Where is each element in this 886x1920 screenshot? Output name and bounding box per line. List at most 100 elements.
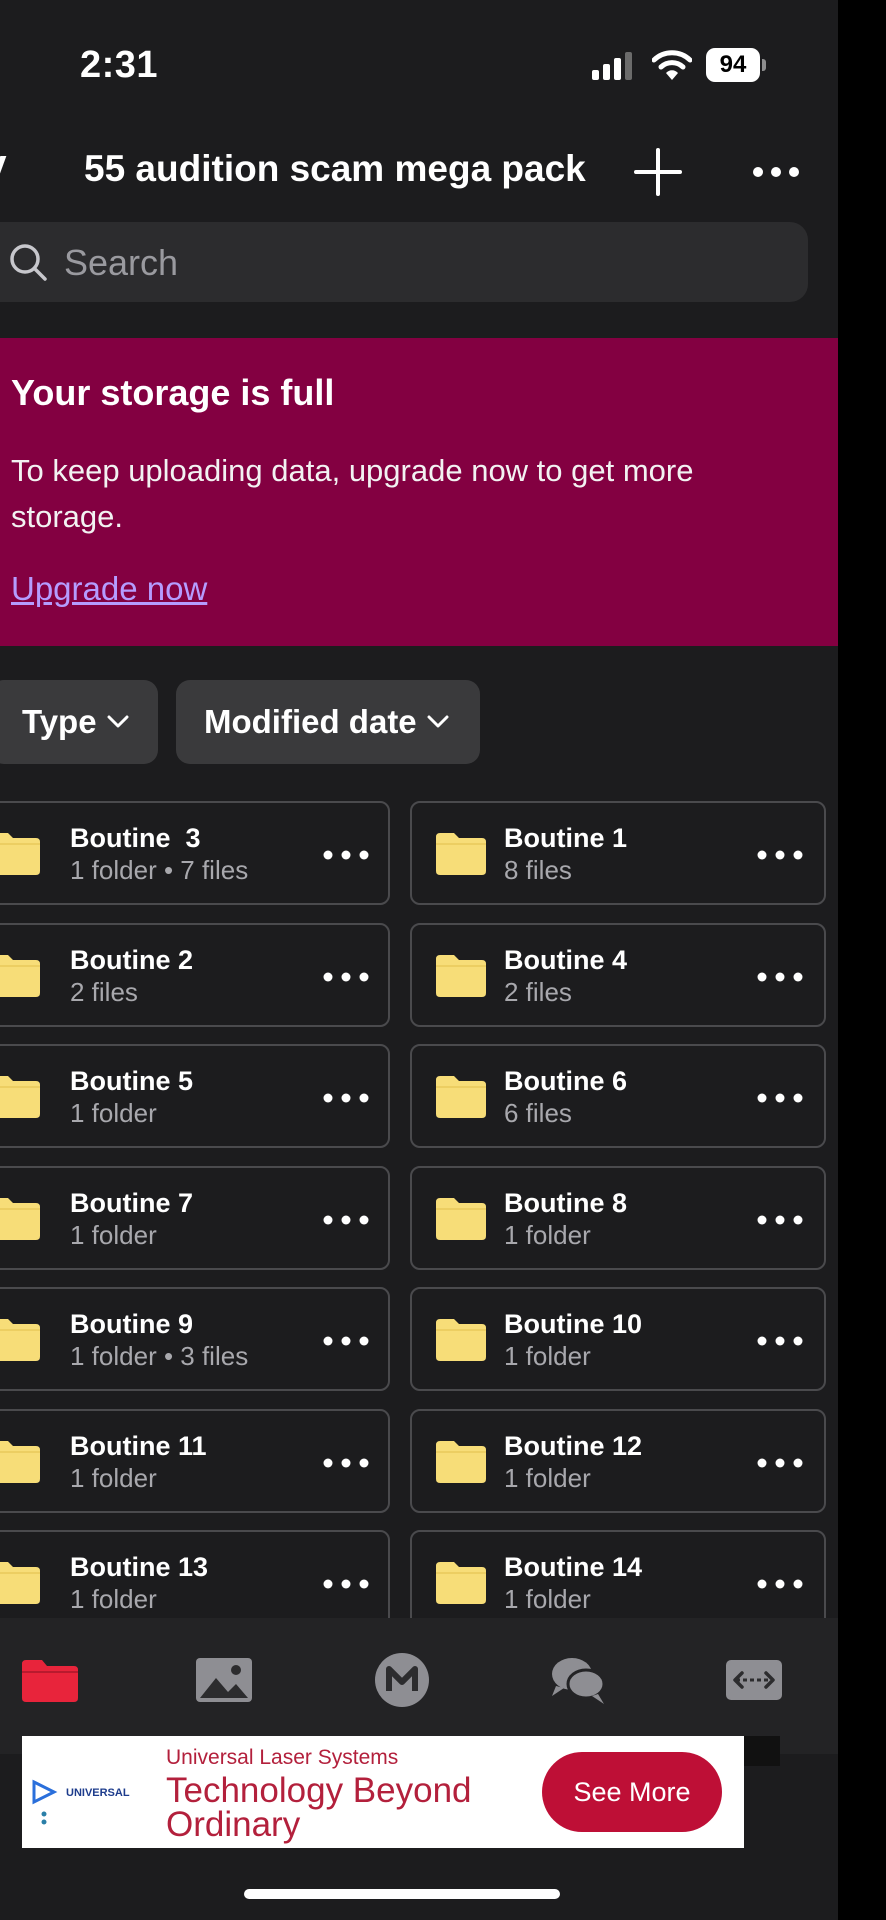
cellular-signal-icon [592,52,632,80]
folder-name: Boutine 5 [70,1066,194,1096]
folder-name: Boutine 9 [70,1309,194,1339]
cloud-drive-folder-icon[interactable] [18,1652,82,1708]
upgrade-now-link[interactable]: Upgrade now [11,570,207,608]
page-title: 55 audition scam mega pack [84,148,586,189]
folder-card[interactable]: Boutine 42 files [410,922,826,1027]
folder-more-options-icon[interactable] [752,1323,808,1359]
folder-meta: 1 folder [504,1462,591,1493]
status-bar: 2:31 94 [0,0,838,130]
ad-advertiser: Universal Laser Systems [166,1746,399,1769]
folder-meta: 1 folder [70,1462,157,1493]
folder-card[interactable]: Boutine 51 folder [0,1044,390,1148]
ad-headline: Technology Beyond Ordinary [166,1771,472,1844]
folder-card[interactable]: Boutine 10 1 folder [410,1287,826,1391]
more-options-icon[interactable] [748,150,804,194]
folder-more-options-icon[interactable] [752,1080,808,1116]
folder-name: Boutine 4 [504,944,628,975]
folder-more-options-icon[interactable] [318,837,374,873]
folder-meta: 1 folder [504,1584,591,1614]
folder-icon [0,1196,42,1240]
modified-date-filter-label: Modified date [204,703,417,740]
folder-meta: 1 folder [70,1098,157,1128]
folder-card[interactable]: Boutine 81 folder [410,1165,826,1270]
add-icon[interactable] [630,144,686,200]
folder-icon [434,1439,488,1483]
folder-more-options-icon[interactable] [318,1080,374,1116]
folder-icon [434,953,488,997]
folder-more-options-icon[interactable] [752,1202,808,1238]
folder-icon [0,1439,42,1483]
folder-meta: 8 files [504,855,572,885]
folder-more-options-icon[interactable] [318,1566,374,1602]
folder-icon [0,1074,42,1118]
folder-card[interactable]: Boutine 31 folder • 7 files [0,801,390,905]
folder-name: Boutine 6 [504,1066,628,1096]
folder-card[interactable]: Boutine 18 files [410,801,826,905]
folder-meta: 1 folder [504,1219,591,1250]
ad-close-area[interactable] [744,1736,780,1766]
folder-card[interactable]: Boutine 91 folder • 3 files [0,1287,390,1391]
folder-name: Boutine 10 [504,1309,643,1339]
advertiser-logo: UNIVERSAL [32,1779,130,1825]
app-screen: 2:31 94 55 audition scam mega pack Searc [0,0,838,1920]
ad-logo-text: UNIVERSAL [66,1787,130,1799]
folder-name: Boutine 8 [504,1187,628,1218]
folder-icon [434,1560,488,1604]
bottom-tab-bar [0,1618,838,1754]
battery-indicator: 94 [706,48,766,82]
folder-meta: 6 files [504,1098,572,1128]
battery-cap [762,59,766,71]
folder-icon [0,831,42,875]
folder-meta: 1 folder • 7 files [70,855,249,885]
type-filter-label: Type [22,703,97,740]
folder-card[interactable]: Boutine 71 folder [0,1165,390,1270]
folder-more-options-icon[interactable] [752,1566,808,1602]
folder-name: Boutine 13 [70,1552,209,1582]
folder-card[interactable]: Boutine 22 files [0,922,390,1027]
folder-icon [434,831,488,875]
chat-icon[interactable] [546,1652,610,1708]
folder-more-options-icon[interactable] [318,959,374,995]
folder-meta: 1 folder [70,1219,157,1250]
back-chevron-icon[interactable] [0,156,7,180]
folder-more-options-icon[interactable] [752,837,808,873]
chevron-down-icon [107,715,129,728]
folder-more-options-icon[interactable] [752,959,808,995]
folder-card[interactable]: Boutine 66 files [410,1044,826,1148]
folder-name: Boutine 1 [504,823,628,853]
transfers-icon[interactable] [722,1652,786,1708]
folder-icon [0,1317,42,1361]
search-icon [10,244,47,281]
folder-meta: 1 folder [504,1341,591,1371]
folder-name: Boutine 3 [70,823,201,853]
folder-more-options-icon[interactable] [318,1323,374,1359]
search-input[interactable]: Search [0,222,808,302]
folder-card[interactable]: Boutine 12 1 folder [410,1408,826,1513]
folder-icon [434,1196,488,1240]
folder-meta: 2 files [504,976,572,1007]
folder-name: Boutine 2 [70,944,194,975]
folder-icon [0,1560,42,1604]
folder-more-options-icon[interactable] [318,1202,374,1238]
type-filter-button[interactable]: Type [0,680,158,764]
modified-date-filter-button[interactable]: Modified date [176,680,480,764]
home-indicator [244,1889,560,1899]
folder-name: Boutine 12 [504,1430,643,1461]
wifi-icon [652,50,692,80]
storage-full-banner: Your storage is full To keep uploading d… [0,338,838,646]
search-placeholder: Search [64,242,179,283]
chevron-down-icon [427,715,449,728]
banner-title: Your storage is full [11,372,335,413]
folder-icon [434,1074,488,1118]
folder-more-options-icon[interactable] [752,1445,808,1481]
status-time: 2:31 [80,44,159,86]
ad-banner[interactable]: UNIVERSAL Universal Laser Systems Techno… [22,1736,744,1848]
photos-icon[interactable] [192,1652,256,1708]
folder-more-options-icon[interactable] [318,1445,374,1481]
folder-meta: 2 files [70,976,138,1007]
mega-icon[interactable] [370,1652,434,1708]
folder-card[interactable]: Boutine 11 1 folder [0,1408,390,1513]
ad-see-more-button[interactable]: See More [542,1752,722,1832]
screen-edge [838,0,886,1920]
battery-level: 94 [706,48,760,82]
